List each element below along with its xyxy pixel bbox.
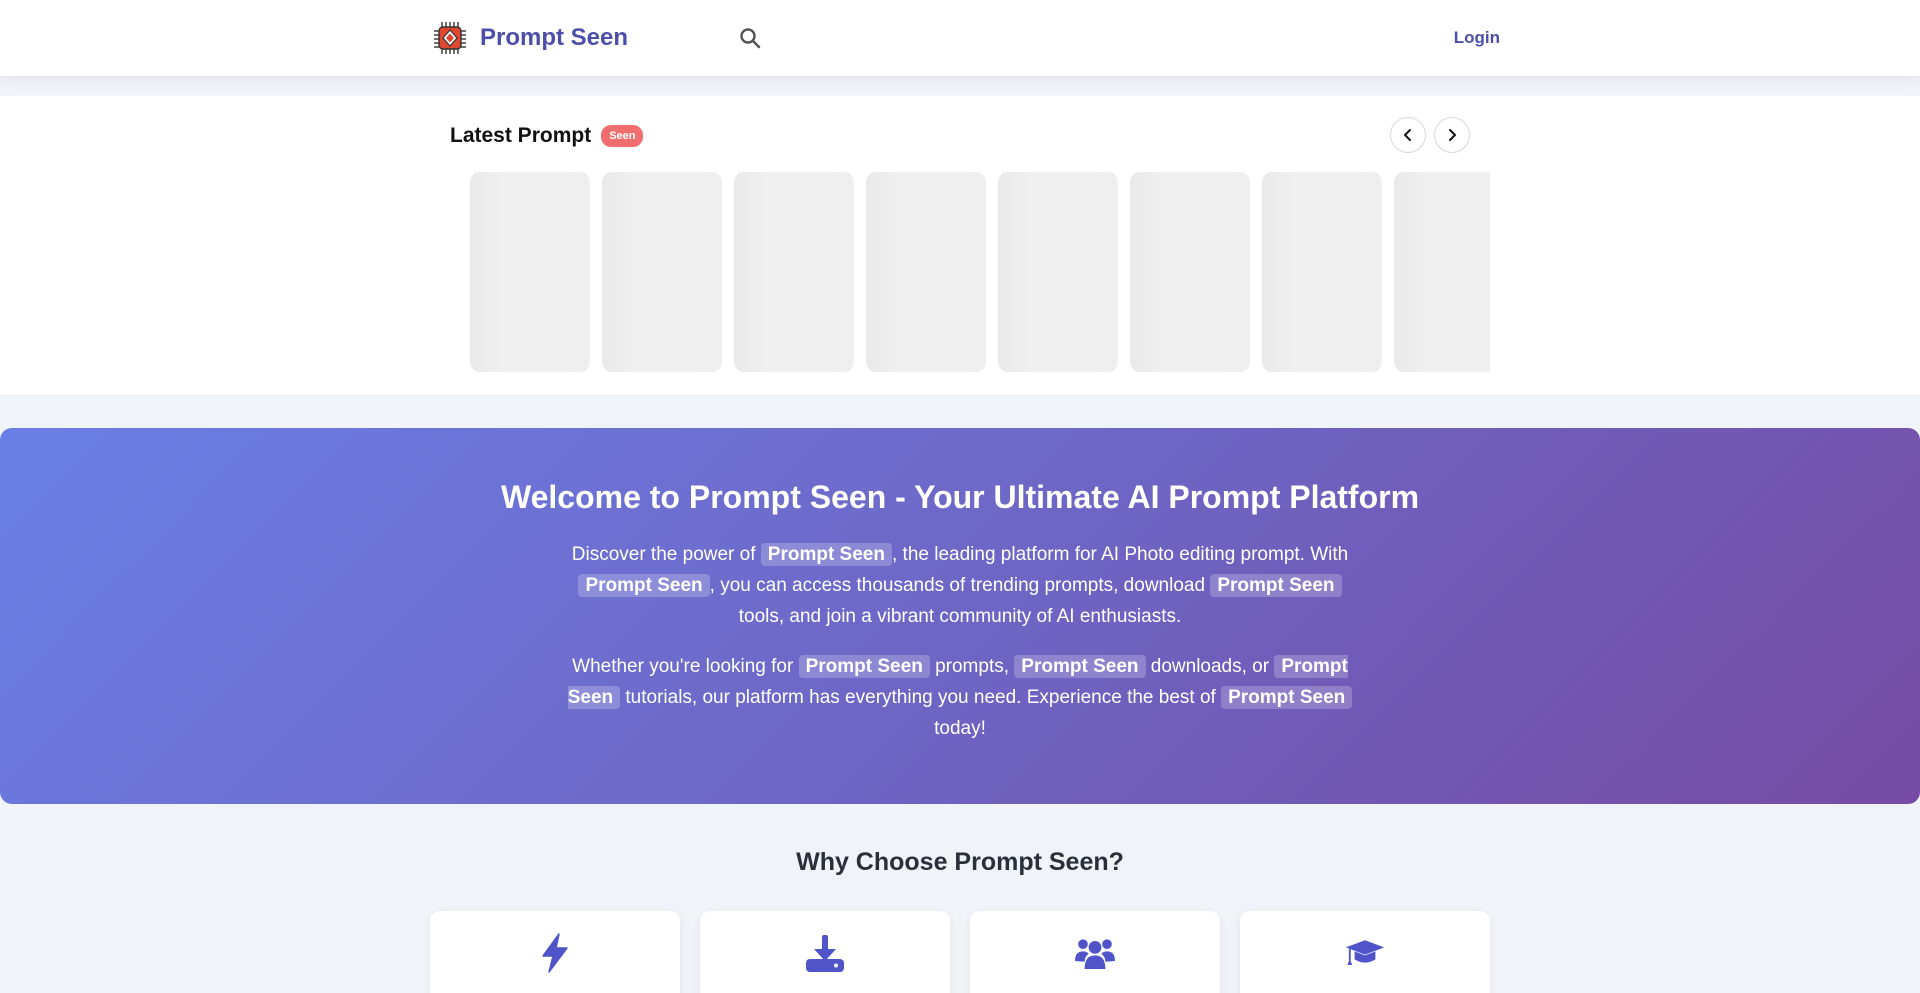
brand-highlight: Prompt Seen <box>798 655 930 678</box>
text: tutorials, our platform has everything y… <box>620 687 1222 708</box>
chevron-right-icon <box>1449 129 1456 141</box>
brand-highlight: Prompt Seen <box>1014 655 1146 678</box>
text: , the leading platform for AI Photo edit… <box>891 544 1349 565</box>
prompt-card-placeholder[interactable] <box>998 172 1118 372</box>
latest-prompt-heading: Latest Prompt Seen <box>450 121 644 151</box>
text: Discover the power of <box>571 544 761 565</box>
text: today! <box>934 718 986 739</box>
brand-logo-link[interactable]: Prompt Seen <box>433 19 628 57</box>
prompt-card-placeholder[interactable] <box>1394 172 1490 372</box>
download-icon <box>806 935 844 972</box>
site-header: Prompt Seen Login <box>0 0 1920 76</box>
latest-prompt-section: Latest Prompt Seen <box>0 96 1920 396</box>
text: , you can access thousands of trending p… <box>709 575 1211 596</box>
brand-highlight: Prompt Seen <box>760 543 892 566</box>
graduation-cap-icon <box>1345 940 1385 965</box>
search-icon <box>740 28 761 49</box>
prompt-card-placeholder[interactable] <box>602 172 722 372</box>
prompt-card-placeholder[interactable] <box>1130 172 1250 372</box>
hero-banner: Welcome to Prompt Seen - Your Ultimate A… <box>0 428 1920 804</box>
prompt-card-placeholder[interactable] <box>470 172 590 372</box>
prompt-card-track <box>470 172 1490 372</box>
hero-title: Welcome to Prompt Seen - Your Ultimate A… <box>500 479 1420 515</box>
prompt-card-placeholder[interactable] <box>734 172 854 372</box>
text: tools, and join a vibrant community of A… <box>738 606 1182 627</box>
text: downloads, or <box>1145 656 1275 677</box>
lightning-bolt-icon <box>542 933 568 973</box>
feature-card-community <box>970 911 1220 993</box>
chip-logo-icon <box>434 22 466 54</box>
text: prompts, <box>929 656 1015 677</box>
carousel-next-button[interactable] <box>1434 117 1470 153</box>
text: Whether you're looking for <box>572 656 799 677</box>
login-link[interactable]: Login <box>1420 24 1500 52</box>
brand-highlight: Prompt Seen <box>578 574 710 597</box>
brand-highlight: Prompt Seen <box>1210 574 1342 597</box>
chevron-left-icon <box>1404 129 1411 141</box>
section-title: Latest Prompt <box>450 124 592 147</box>
prompt-card-placeholder[interactable] <box>1262 172 1382 372</box>
hero-paragraph-1: Discover the power of Prompt Seen, the l… <box>555 539 1365 632</box>
search-button[interactable] <box>736 24 764 52</box>
brand-name: Prompt Seen <box>480 24 629 51</box>
feature-card-speed <box>430 911 680 993</box>
carousel-prev-button[interactable] <box>1390 117 1426 153</box>
feature-card-tutorials <box>1240 911 1490 993</box>
feature-card-downloads <box>700 911 950 993</box>
prompt-card-placeholder[interactable] <box>866 172 986 372</box>
hero-paragraph-2: Whether you're looking for Prompt Seen p… <box>555 651 1365 744</box>
users-icon <box>1075 939 1115 969</box>
why-choose-title: Why Choose Prompt Seen? <box>796 848 1124 876</box>
brand-highlight: Prompt Seen <box>1221 686 1353 709</box>
seen-badge: Seen <box>601 125 644 147</box>
